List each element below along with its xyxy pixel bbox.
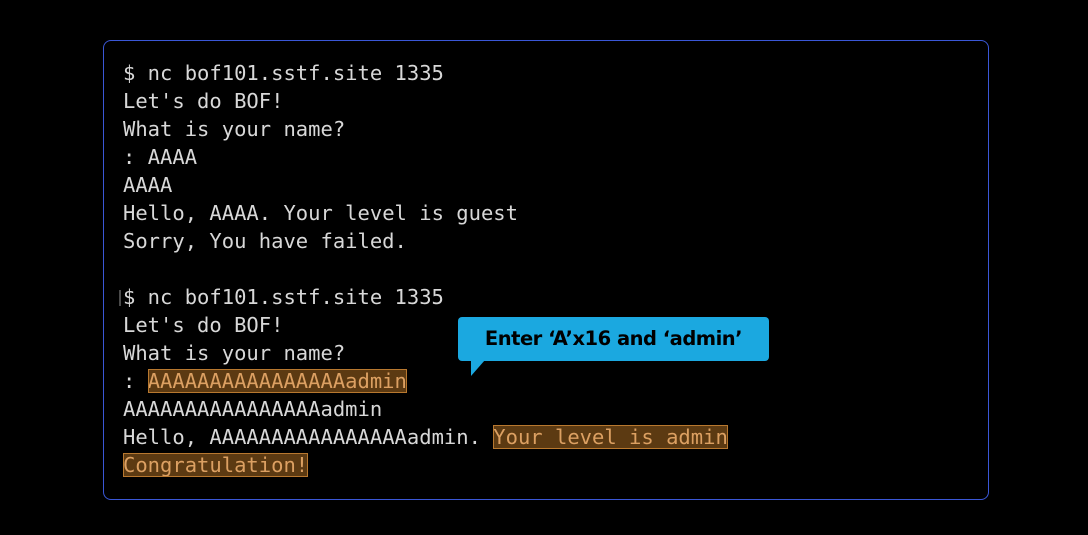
session1-input: AAAA xyxy=(147,145,198,169)
session2-echo: AAAAAAAAAAAAAAAAadmin xyxy=(123,397,383,421)
session2-hello-prefix: Hello, xyxy=(123,425,210,449)
session1-level: . Your level is guest xyxy=(258,201,518,225)
session1-hello-prefix: Hello, xyxy=(123,201,210,225)
session1-echo-line: AAAA xyxy=(123,171,728,199)
session1-hello-line: Hello, AAAA. Your level is guest xyxy=(123,199,728,227)
session1-greeting-line: Let's do BOF! xyxy=(123,87,728,115)
session1-echo: AAAA xyxy=(123,173,173,197)
session1-question: What is your name? xyxy=(123,117,346,141)
session1-prompt: : xyxy=(123,145,148,169)
session2-command: $ nc bof101.sstf.site 1335 xyxy=(123,285,444,309)
session1-input-line: : AAAA xyxy=(123,143,728,171)
session1-question-line: What is your name? xyxy=(123,115,728,143)
session2-echo-line: AAAAAAAAAAAAAAAAadmin xyxy=(123,395,728,423)
session2-question: What is your name? xyxy=(123,341,346,365)
terminal-output: $ nc bof101.sstf.site 1335 Let's do BOF!… xyxy=(119,59,728,479)
session2-greeting: Let's do BOF! xyxy=(123,313,284,337)
session2-prompt: : xyxy=(123,369,148,393)
session1-hello-name: AAAA xyxy=(209,201,259,225)
session2-command-line: $ nc bof101.sstf.site 1335 xyxy=(119,283,728,311)
session1-command: $ nc bof101.sstf.site 1335 xyxy=(123,61,444,85)
session1-command-line: $ nc bof101.sstf.site 1335 xyxy=(123,59,728,87)
callout-text: Enter ‘A’x16 and ‘admin’ xyxy=(484,327,743,350)
session2-hello-line: Hello, AAAAAAAAAAAAAAAAadmin. Your level… xyxy=(123,423,728,451)
session2-result-line: Congratulation! xyxy=(123,451,728,479)
session1-result: Sorry, You have failed. xyxy=(123,229,407,253)
callout-tail-icon xyxy=(471,360,485,376)
callout-annotation: Enter ‘A’x16 and ‘admin’ xyxy=(458,317,769,361)
session2-level-highlight: Your level is admin xyxy=(493,425,728,449)
session2-result-highlight: Congratulation! xyxy=(123,453,309,477)
session1-greeting: Let's do BOF! xyxy=(123,89,284,113)
session2-input-highlight: AAAAAAAAAAAAAAAAadmin xyxy=(147,369,407,393)
terminal-window: $ nc bof101.sstf.site 1335 Let's do BOF!… xyxy=(103,40,989,500)
cursor-icon xyxy=(119,290,121,306)
session2-hello-name: AAAAAAAAAAAAAAAAadmin. xyxy=(209,425,481,449)
session2-input-line: : AAAAAAAAAAAAAAAAadmin xyxy=(123,367,728,395)
session1-result-line: Sorry, You have failed. xyxy=(123,227,728,255)
